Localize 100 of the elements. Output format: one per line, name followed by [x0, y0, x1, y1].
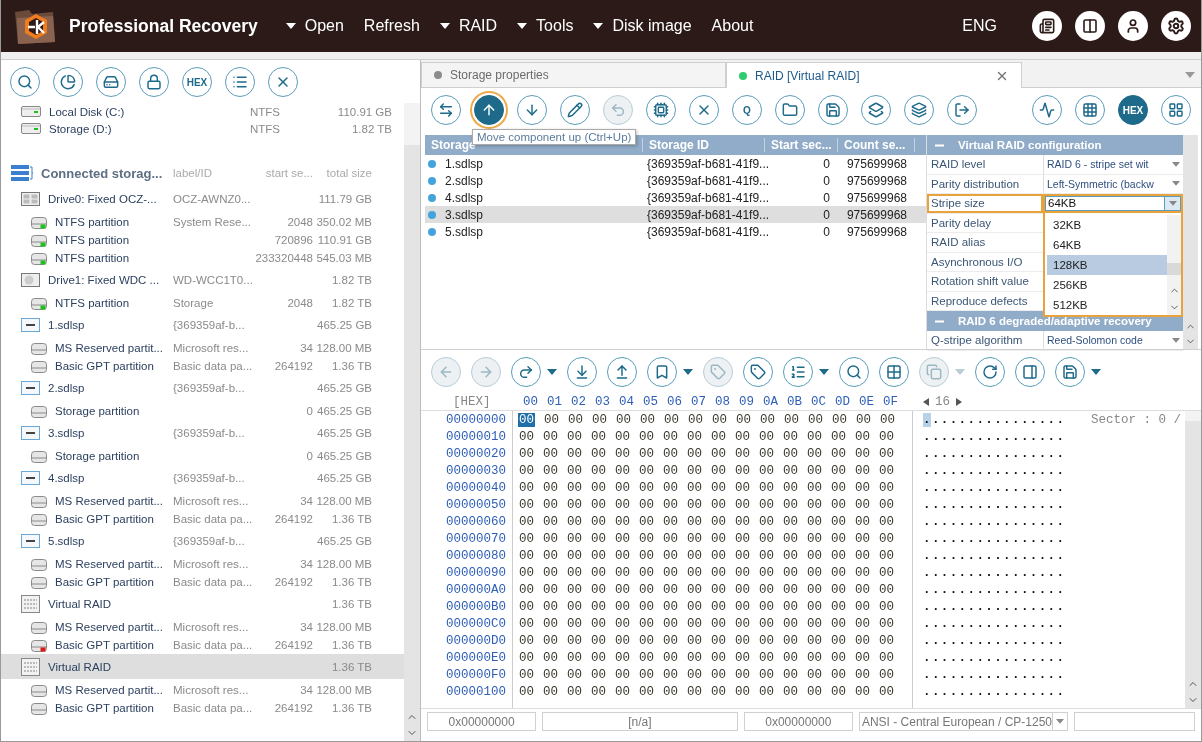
waveform-button[interactable]	[1032, 95, 1062, 125]
search-button[interactable]	[10, 67, 40, 97]
dropdown-caret-icon	[1172, 181, 1180, 187]
lock-button[interactable]	[139, 67, 169, 97]
bookmark-button[interactable]	[647, 357, 677, 387]
partition-item[interactable]: Basic GPT partition Basic data pa... 264192 1.36 TB	[1, 573, 404, 591]
selected-byte[interactable]: 00	[518, 412, 535, 427]
grid-button[interactable]	[1075, 95, 1105, 125]
download-button[interactable]	[567, 357, 597, 387]
layout-button[interactable]	[1161, 95, 1191, 125]
scrollbar[interactable]	[1167, 214, 1181, 315]
caret-icon	[1091, 369, 1101, 375]
start-sector: 2048	[286, 216, 313, 228]
swap-button[interactable]	[431, 95, 461, 125]
pie-chart-button[interactable]	[53, 67, 83, 97]
tag-button[interactable]	[743, 357, 773, 387]
partition-item[interactable]: MS Reserved partit... Microsoft res... 34 128.00 MB	[1, 492, 404, 510]
upload-button[interactable]	[607, 357, 637, 387]
partition-item[interactable]: MS Reserved partit... Microsoft res... 34 128.00 MB	[1, 555, 404, 573]
exit-button[interactable]	[947, 95, 977, 125]
device-item[interactable]: Virtual RAID 1.36 TB	[1, 654, 404, 679]
partition-item[interactable]: MS Reserved partit... Microsoft res... 34 128.00 MB	[1, 618, 404, 636]
move-down-button[interactable]	[517, 95, 547, 125]
move-up-button[interactable]	[474, 95, 504, 125]
partition-item[interactable]: NTFS partition System Rese... 2048 350.02 MB	[1, 213, 404, 231]
save-button[interactable]	[818, 95, 848, 125]
dropdown-option[interactable]: 128KB	[1047, 254, 1167, 275]
property-label: Parity distribution	[930, 176, 1021, 192]
status-field: [n/a]	[542, 712, 738, 731]
volume-name: Local Disk (C:)	[49, 105, 125, 118]
scrollbar[interactable]	[1183, 135, 1198, 349]
scrollbar[interactable]	[404, 103, 420, 741]
partition-size: 1.36 TB	[330, 360, 372, 372]
drive-button[interactable]	[96, 67, 126, 97]
pencil-button[interactable]	[560, 95, 590, 125]
layers-button[interactable]	[861, 95, 891, 125]
partition-item[interactable]: Storage partition 0 465.25 GB	[1, 447, 404, 465]
menu-item[interactable]: Refresh	[363, 17, 420, 35]
hex-bytes: 00 00 00 00 00 00 00 00 00 00 00 00 00 00 00 00	[519, 480, 895, 495]
selected-char[interactable]: .	[923, 412, 931, 427]
partition-size: 110.91 GB	[316, 234, 372, 246]
next-icon[interactable]	[956, 398, 962, 406]
table-row[interactable]: 3.sdlsp {369359af-b681-41f9... 0 975699968	[425, 206, 926, 223]
account-button[interactable]	[1118, 11, 1148, 41]
partition-item[interactable]: Basic GPT partition Basic data pa... 264192 1.36 TB	[1, 357, 404, 375]
close-button[interactable]	[689, 95, 719, 125]
scroll-thumb[interactable]	[404, 103, 420, 145]
partition-item[interactable]: NTFS partition 233320448 545.03 MB	[1, 249, 404, 267]
layers-icon	[868, 102, 884, 118]
query-button[interactable]: Q	[732, 95, 762, 125]
save-icon	[825, 102, 841, 118]
partition-item[interactable]: MS Reserved partit... Microsoft res... 34 128.00 MB	[1, 681, 404, 699]
hex-bytes: 00 00 00 00 00 00 00 00 00 00 00 00 00 00 00 00	[519, 650, 895, 665]
partition-item[interactable]: Basic GPT partition Basic data pa... 264192 1.36 TB	[1, 636, 404, 654]
menu-item[interactable]: Tools	[517, 17, 574, 35]
jump-button[interactable]	[511, 357, 541, 387]
hex-button[interactable]: HEX	[182, 67, 212, 97]
tab[interactable]: Storage properties	[421, 62, 726, 87]
volume-item[interactable]: Local Disk (C:) NTFS 110.91 GB	[1, 103, 404, 120]
partition-item[interactable]: NTFS partition 720896 110.91 GB	[1, 231, 404, 249]
panel-button[interactable]	[1075, 11, 1105, 41]
chip-button[interactable]	[646, 95, 676, 125]
menu-item[interactable]: RAID	[439, 17, 498, 35]
property-value[interactable]: RAID 6 - stripe set wit	[1047, 158, 1169, 171]
partition-item[interactable]: MS Reserved partit... Microsoft res... 34 128.00 MB	[1, 339, 404, 357]
news-button[interactable]	[1032, 11, 1062, 41]
layers-button[interactable]	[904, 95, 934, 125]
partition-item[interactable]: Basic GPT partition Basic data pa... 264192 1.36 TB	[1, 510, 404, 528]
partition-name: NTFS partition	[55, 252, 130, 264]
menu-item[interactable]: Open	[285, 17, 344, 35]
volume-item[interactable]: Storage (D:) NTFS 1.82 TB	[1, 120, 404, 137]
refresh-button[interactable]	[975, 357, 1005, 387]
grid-button[interactable]	[879, 357, 909, 387]
start-sector: 264192	[273, 360, 313, 372]
partition-icon	[31, 494, 47, 508]
hex-button[interactable]: HEX	[1118, 95, 1148, 125]
folder-button[interactable]	[775, 95, 805, 125]
settings-button[interactable]	[1161, 11, 1191, 41]
caret-icon	[439, 23, 450, 29]
list-button[interactable]	[225, 67, 255, 97]
tab[interactable]: RAID [Virtual RAID]	[726, 62, 1022, 88]
partition-name: Basic GPT partition	[55, 513, 154, 525]
save-button[interactable]	[1055, 357, 1085, 387]
close-button[interactable]	[268, 67, 298, 97]
previous-icon[interactable]	[923, 398, 929, 406]
encoding-dropdown[interactable]: ANSI - Central European / CP-1250	[858, 712, 1068, 731]
start-sector: 720896	[273, 234, 313, 246]
property-value[interactable]: Left-Symmetric (backw	[1047, 177, 1169, 190]
partition-item[interactable]: NTFS partition Storage 2048 1.82 TB	[1, 294, 404, 312]
property-value[interactable]: Reed-Solomon code	[1047, 334, 1169, 347]
dropdown-field[interactable]: 64KB	[1045, 196, 1181, 211]
menu-item[interactable]: About	[711, 17, 754, 35]
search-button[interactable]	[839, 357, 869, 387]
pencil-icon	[567, 102, 583, 118]
partition-item[interactable]: Basic GPT partition Basic data pa... 264192 1.36 TB	[1, 699, 404, 717]
partition-item[interactable]: Storage partition 0 465.25 GB	[1, 402, 404, 420]
file-system: NTFS	[250, 122, 282, 135]
list-button[interactable]	[783, 357, 813, 387]
partition-size: 465.25 GB	[316, 405, 372, 417]
menu-item[interactable]: Disk image	[593, 17, 692, 35]
